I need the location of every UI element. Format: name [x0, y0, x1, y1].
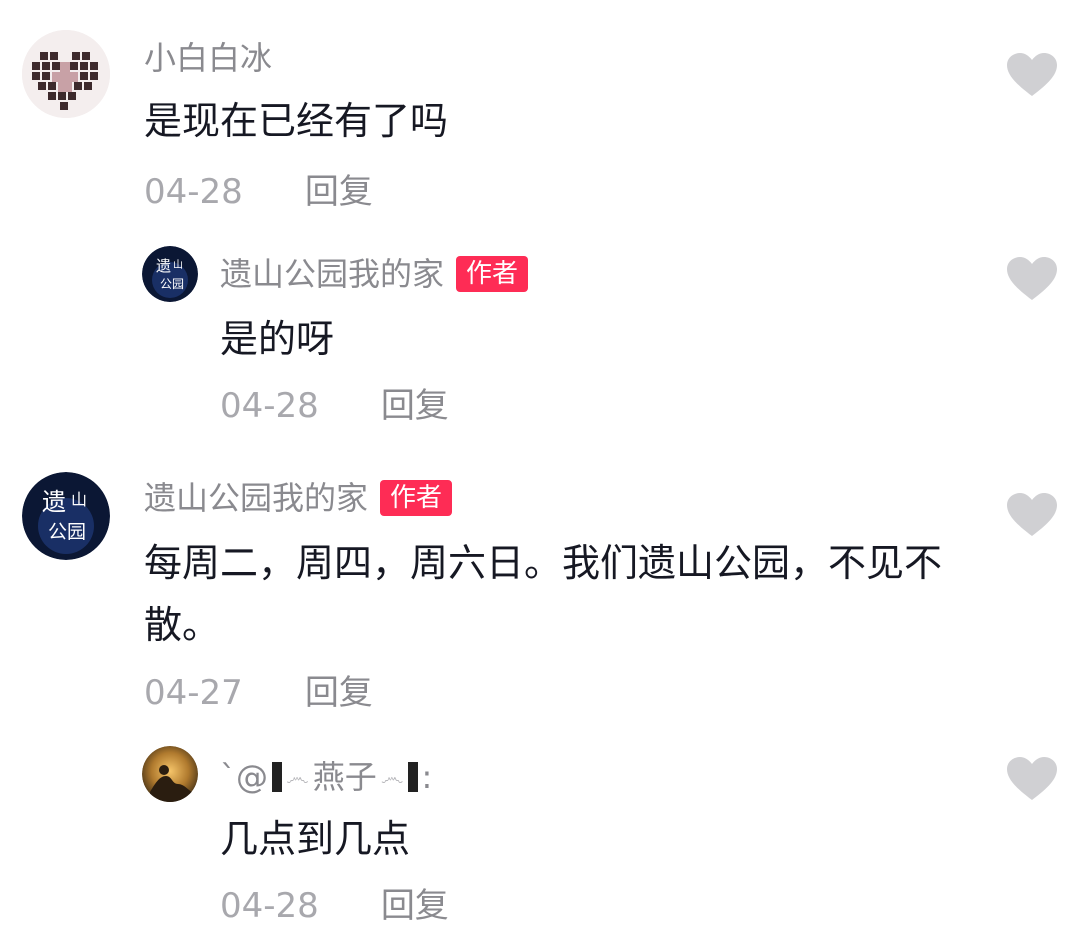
comment-text: 每周二，周四，周六日。我们遗山公园，不见不散。 [144, 541, 943, 647]
username[interactable]: 遗山公园我的家 作者 [220, 254, 529, 294]
park-logo-icon: 遗 山 公园 [22, 472, 110, 560]
heart-mosaic-icon [22, 30, 110, 118]
username-prefix: `@ [220, 758, 268, 796]
svg-text:山: 山 [173, 259, 183, 271]
avatar[interactable] [22, 30, 110, 118]
svg-text:遗: 遗 [156, 257, 171, 275]
username[interactable]: 小白白冰 [144, 38, 272, 78]
username-text: 小白白冰 [144, 39, 273, 77]
heart-icon [1007, 757, 1057, 800]
box-glyph-icon [272, 762, 282, 792]
username[interactable]: `@ ෴ 燕子 ෴ : [220, 757, 432, 797]
username-main: 燕子 [312, 758, 377, 796]
username-text: 遗山公园我的家 [220, 255, 445, 293]
like-button[interactable] [1006, 756, 1058, 802]
comment-meta: 04-28 回复 [220, 386, 449, 426]
avatar[interactable]: 遗 山 公园 [142, 246, 198, 302]
svg-text:公园: 公园 [48, 521, 86, 543]
sunset-silhouette-icon [142, 746, 198, 802]
avatar[interactable]: 遗 山 公园 [22, 472, 110, 560]
username-text: 遗山公园我的家 [144, 479, 369, 517]
comment-date: 04-27 [144, 673, 243, 713]
squiggle-decoration-icon: ෴ [380, 763, 404, 791]
reply-button[interactable]: 回复 [305, 172, 373, 212]
comment-meta: 04-28 回复 [144, 172, 373, 212]
comment-text: 是现在已经有了吗 [144, 99, 449, 143]
username-suffix: : [421, 758, 433, 796]
comment-meta: 04-27 回复 [144, 673, 373, 713]
svg-text:遗: 遗 [42, 488, 66, 516]
comment-date: 04-28 [144, 172, 243, 212]
park-logo-icon: 遗 山 公园 [142, 246, 198, 302]
heart-icon [1007, 53, 1057, 96]
comment-date: 04-28 [220, 886, 319, 926]
heart-icon [1007, 257, 1057, 300]
reply-button[interactable]: 回复 [305, 673, 373, 713]
comment-text: 是的呀 [220, 317, 335, 361]
squiggle-decoration-icon: ෴ [286, 763, 309, 791]
username[interactable]: 遗山公园我的家 作者 [144, 478, 453, 518]
comment-text: 几点到几点 [220, 817, 411, 861]
box-glyph-icon [407, 762, 418, 792]
reply-button[interactable]: 回复 [381, 886, 449, 926]
svg-text:山: 山 [71, 490, 87, 509]
like-button[interactable] [1006, 492, 1058, 538]
comment-date: 04-28 [220, 386, 319, 426]
comment-meta: 04-28 回复 [220, 886, 449, 926]
like-button[interactable] [1006, 256, 1058, 302]
avatar[interactable] [142, 746, 198, 802]
svg-text:公园: 公园 [160, 277, 184, 291]
author-badge: 作者 [456, 256, 529, 292]
author-badge: 作者 [380, 480, 453, 516]
heart-icon [1007, 493, 1057, 536]
reply-button[interactable]: 回复 [381, 386, 449, 426]
like-button[interactable] [1006, 52, 1058, 98]
